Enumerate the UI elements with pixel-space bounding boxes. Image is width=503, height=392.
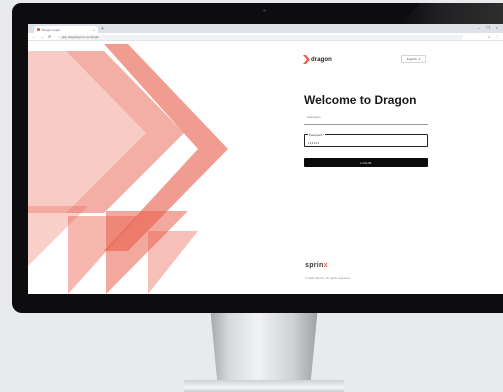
sprinx-logo-accent: x — [323, 262, 328, 269]
login-page: dragon English ▾ Welcome to Dragon Usern… — [28, 41, 503, 294]
monitor-screen: Dragon Login × + – ❐ × ← → ⟳ app.dragons… — [28, 24, 503, 294]
language-select[interactable]: English ▾ — [401, 55, 426, 63]
dragon-mark-icon — [303, 55, 310, 64]
browser-tab[interactable]: Dragon Login × — [34, 26, 98, 33]
chevron-shapes — [28, 44, 228, 294]
browser-tab-bar: Dragon Login × + – ❐ × — [28, 24, 503, 33]
password-value: •••••• — [308, 140, 320, 145]
sprinx-logo-text: sprin — [305, 262, 324, 269]
tab-title: Dragon Login — [42, 27, 61, 32]
browser-address-bar: ← → ⟳ app.dragonsprinx.com/login ☆ ⋮ — [28, 33, 503, 41]
monitor-stand-neck — [210, 313, 318, 385]
browser-menu-icon[interactable]: ⋮ — [495, 34, 499, 40]
reload-icon[interactable]: ⟳ — [48, 34, 51, 40]
new-tab-button[interactable]: + — [101, 26, 104, 32]
chevron-shape — [148, 231, 198, 294]
username-field[interactable]: Username — [304, 112, 428, 125]
minimize-icon[interactable]: – — [478, 25, 480, 30]
copyright-text: © 2021 Sprinx. All rights reserved. — [305, 276, 351, 280]
favicon-icon — [37, 28, 40, 31]
nav-buttons: ← → ⟳ — [32, 34, 51, 40]
url-input[interactable]: app.dragonsprinx.com/login — [58, 34, 463, 40]
browser-toolbar: ☆ ⋮ — [487, 34, 499, 40]
password-label: Password * — [308, 133, 326, 137]
dragon-logo: dragon — [303, 55, 332, 64]
bookmark-star-icon[interactable]: ☆ — [487, 34, 491, 40]
chevron-down-icon: ▾ — [418, 57, 421, 61]
forward-icon[interactable]: → — [40, 34, 44, 40]
tab-close-icon[interactable]: × — [93, 28, 95, 32]
page-title: Welcome to Dragon — [304, 93, 417, 107]
brand-name: dragon — [311, 56, 332, 63]
close-window-icon[interactable]: × — [496, 25, 498, 30]
scene: Dragon Login × + – ❐ × ← → ⟳ app.dragons… — [0, 0, 503, 392]
password-field[interactable]: Password * •••••• — [304, 133, 428, 147]
language-label: English — [406, 57, 417, 61]
decorative-chevron-art — [28, 44, 228, 294]
webcam-icon — [263, 9, 266, 12]
maximize-icon[interactable]: ❐ — [486, 25, 490, 30]
back-icon[interactable]: ← — [32, 34, 36, 40]
sprinx-logo: sprinx — [305, 262, 328, 269]
username-label: Username — [307, 115, 321, 119]
login-button[interactable]: LOGIN — [304, 158, 428, 167]
monitor-stand-base — [184, 380, 344, 392]
window-controls: – ❐ × — [478, 25, 498, 30]
